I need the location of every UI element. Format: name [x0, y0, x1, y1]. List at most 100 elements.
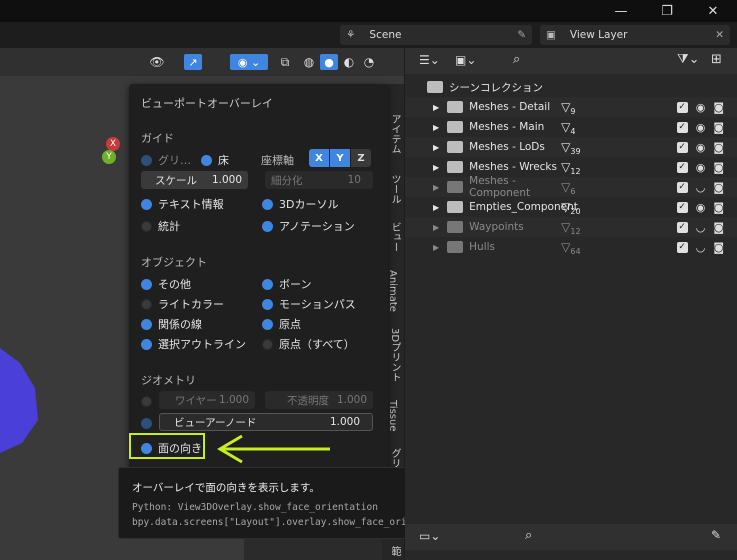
floor-checkbox[interactable] — [201, 154, 212, 166]
overlay-toggle-icon[interactable]: ◉ ⌄ — [230, 54, 268, 70]
render-camera-icon[interactable]: ◙ — [713, 241, 724, 254]
maximize-button[interactable]: ❐ — [644, 0, 690, 22]
x-axis-gizmo-icon[interactable]: X — [106, 137, 120, 151]
gizmo-icon[interactable]: ↗ — [184, 54, 202, 70]
exclude-checkbox[interactable]: ✓ — [676, 121, 688, 133]
bones-toggle[interactable]: ボーン — [262, 276, 311, 292]
expand-arrow-icon[interactable]: ▶ — [433, 103, 439, 112]
scene-selector[interactable]: ⚘ Scene ✎ — [340, 25, 532, 45]
new-collection-icon[interactable]: ⊞ — [711, 52, 722, 67]
render-camera-icon[interactable]: ◙ — [713, 161, 724, 174]
xray-icon[interactable]: ⧉ — [276, 54, 294, 70]
tab-item[interactable]: アイテム — [387, 114, 402, 154]
text-info-toggle[interactable]: テキスト情報 — [141, 196, 224, 212]
floor-toggle[interactable]: 床 — [201, 152, 229, 168]
visibility-eye-icon[interactable]: ◉ — [696, 121, 706, 134]
relationship-lines-checkbox[interactable] — [141, 318, 152, 330]
wireframe-opacity-field[interactable]: 不透明度 1.000 — [265, 391, 373, 409]
scene-collection-row[interactable]: シーンコレクション — [405, 77, 737, 97]
exclude-checkbox[interactable]: ✓ — [676, 241, 688, 253]
outliner-row[interactable]: ▶ Empties_Component ▽ 20 ✓ ◉ ◙ — [405, 197, 737, 217]
display-mode-icon[interactable]: ☰⌄ — [419, 53, 440, 67]
close-button[interactable]: ✕ — [690, 0, 736, 22]
solid-shading-icon[interactable]: ● — [320, 54, 338, 70]
render-camera-icon[interactable]: ◙ — [713, 201, 724, 214]
rendered-shading-icon[interactable]: ◔ — [360, 54, 378, 70]
render-camera-icon[interactable]: ◙ — [713, 101, 724, 114]
expand-arrow-icon[interactable]: ▶ — [433, 123, 439, 132]
editor-type-icon[interactable]: ▭⌄ — [419, 529, 440, 543]
statistics-checkbox[interactable] — [141, 220, 152, 232]
subdivisions-field[interactable]: 細分化 10 — [265, 171, 373, 189]
grid-checkbox[interactable] — [141, 154, 152, 166]
view-layer-selector[interactable]: ▣ View Layer ✕ — [540, 25, 730, 45]
scale-field[interactable]: スケール 1.000 — [141, 171, 248, 189]
exclude-checkbox[interactable]: ✓ — [676, 221, 688, 233]
visibility-eye-icon[interactable]: ◡ — [696, 241, 706, 254]
axis-x-toggle[interactable]: X — [309, 149, 329, 167]
expand-arrow-icon[interactable]: ▶ — [433, 223, 439, 232]
visibility-eye-icon[interactable]: ◉ — [696, 161, 706, 174]
exclude-checkbox[interactable]: ✓ — [676, 201, 688, 213]
visibility-eye-icon[interactable]: ◉ — [696, 201, 706, 214]
outliner-row[interactable]: ▶ Meshes - Wrecks ▽ 12 ✓ ◉ ◙ — [405, 157, 737, 177]
pin-icon[interactable]: ✎ — [517, 29, 526, 41]
outline-selected-checkbox[interactable] — [141, 338, 152, 350]
expand-arrow-icon[interactable]: ▶ — [433, 143, 439, 152]
tab-view[interactable]: ビュー — [387, 222, 402, 252]
statistics-toggle[interactable]: 統計 — [141, 218, 180, 234]
outliner-row[interactable]: ▶ Meshes - Main ▽ 4 ✓ ◉ ◙ — [405, 117, 737, 137]
expand-arrow-icon[interactable]: ▶ — [433, 183, 439, 192]
material-shading-icon[interactable]: ◐ — [340, 54, 358, 70]
relationship-lines-toggle[interactable]: 関係の線 — [141, 316, 202, 332]
tab-extra[interactable]: 範 — [387, 546, 402, 556]
wireframe-shading-icon[interactable]: ◍ — [300, 54, 318, 70]
text-info-checkbox[interactable] — [141, 198, 152, 210]
grid-toggle[interactable]: グリ… — [141, 152, 191, 168]
annotations-toggle[interactable]: アノテーション — [262, 218, 355, 234]
outliner-row[interactable]: ▶ Hulls ▽ 64 ✓ ◡ ◙ — [405, 237, 737, 257]
origins-checkbox[interactable] — [262, 318, 273, 330]
tab-tool[interactable]: ツール — [387, 174, 402, 204]
light-colors-toggle[interactable]: ライトカラー — [141, 296, 224, 312]
origins-toggle[interactable]: 原点 — [262, 316, 301, 332]
tab-3dprint[interactable]: 3Dプリント — [387, 328, 402, 382]
origins-all-checkbox[interactable] — [262, 338, 273, 350]
wireframe-checkbox[interactable] — [141, 396, 152, 407]
exclude-checkbox[interactable]: ✓ — [676, 101, 688, 113]
origins-all-toggle[interactable]: 原点（すべて） — [262, 336, 355, 352]
outliner-row[interactable]: ▶ Waypoints ▽ 12 ✓ ◡ ◙ — [405, 217, 737, 237]
visibility-eye-icon[interactable]: ◉ — [696, 101, 706, 114]
extras-toggle[interactable]: その他 — [141, 276, 191, 292]
cursor-3d-checkbox[interactable] — [262, 198, 273, 210]
expand-arrow-icon[interactable]: ▶ — [433, 243, 439, 252]
pin-properties-icon[interactable]: ✎ — [711, 528, 721, 542]
tab-grease[interactable]: グリ — [387, 448, 402, 468]
expand-arrow-icon[interactable]: ▶ — [433, 203, 439, 212]
extras-checkbox[interactable] — [141, 278, 152, 290]
viewer-node-checkbox[interactable] — [141, 418, 152, 429]
wireframe-field[interactable]: ワイヤー 1.000 — [159, 391, 255, 409]
viewer-node-field[interactable]: ビューアーノード 1.000 — [159, 413, 373, 431]
cursor-3d-toggle[interactable]: 3Dカーソル — [262, 196, 338, 212]
render-camera-icon[interactable]: ◙ — [713, 181, 724, 194]
outliner-row[interactable]: ▶ Meshes - Component ▽ 6 ✓ ◡ ◙ — [405, 175, 737, 199]
outliner-row[interactable]: ▶ Meshes - LoDs ▽ 39 ✓ ◉ ◙ — [405, 137, 737, 157]
exclude-checkbox[interactable]: ✓ — [676, 181, 688, 193]
search-icon[interactable]: ⌕ — [513, 52, 520, 67]
axis-z-toggle[interactable]: Z — [351, 149, 371, 167]
tab-animate[interactable]: Animate — [387, 270, 398, 312]
render-camera-icon[interactable]: ◙ — [713, 141, 724, 154]
visibility-eye-icon[interactable]: ◉ — [696, 141, 706, 154]
motion-paths-toggle[interactable]: モーションパス — [262, 296, 356, 312]
visibility-icon[interactable]: 👁 — [148, 54, 166, 70]
properties-search-icon[interactable]: ⌕ — [525, 528, 532, 543]
filter-scene-icon[interactable]: ▣⌄ — [455, 53, 476, 67]
bones-checkbox[interactable] — [262, 278, 273, 290]
motion-paths-checkbox[interactable] — [262, 298, 273, 310]
minimize-button[interactable]: — — [598, 0, 644, 22]
light-colors-checkbox[interactable] — [141, 298, 152, 310]
y-axis-gizmo-icon[interactable]: Y — [102, 150, 116, 164]
expand-arrow-icon[interactable]: ▶ — [433, 163, 439, 172]
exclude-checkbox[interactable]: ✓ — [676, 161, 688, 173]
